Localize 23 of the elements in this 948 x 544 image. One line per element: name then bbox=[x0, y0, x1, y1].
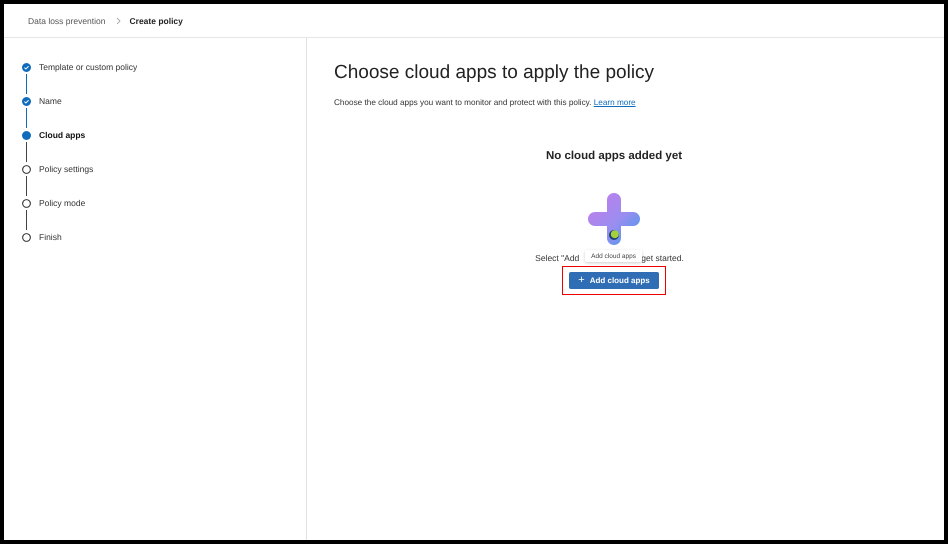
checkmark-icon bbox=[22, 63, 31, 72]
step-label[interactable]: Policy settings bbox=[39, 163, 94, 176]
learn-more-link[interactable]: Learn more bbox=[594, 98, 636, 107]
chevron-icon bbox=[114, 16, 122, 24]
step-label[interactable]: Finish bbox=[39, 231, 62, 244]
hint-text: get started. bbox=[641, 253, 684, 263]
breadcrumb-current: Create policy bbox=[130, 16, 183, 26]
breadcrumb-link[interactable]: Data loss prevention bbox=[28, 16, 106, 26]
current-step-icon bbox=[22, 131, 31, 140]
description-text: Choose the cloud apps you want to monitor and protect with this policy. Learn more bbox=[334, 98, 637, 107]
page-title: Choose cloud apps to apply the policy bbox=[334, 61, 656, 85]
empty-step-icon bbox=[22, 165, 31, 174]
step-label[interactable]: Policy mode bbox=[39, 197, 86, 210]
empty-state-heading: No cloud apps added yet bbox=[546, 150, 682, 162]
plus-icon bbox=[587, 192, 641, 246]
hint-text: Select "Add bbox=[535, 253, 580, 263]
add-cloud-apps-button[interactable]: + Add cloud apps bbox=[569, 272, 659, 289]
checkmark-icon bbox=[22, 97, 31, 106]
step-label[interactable]: Cloud apps bbox=[39, 129, 86, 142]
empty-step-icon bbox=[22, 233, 31, 242]
step-label[interactable]: Name bbox=[39, 95, 62, 108]
empty-step-icon bbox=[22, 199, 31, 208]
step-label[interactable]: Template or custom policy bbox=[39, 61, 138, 74]
